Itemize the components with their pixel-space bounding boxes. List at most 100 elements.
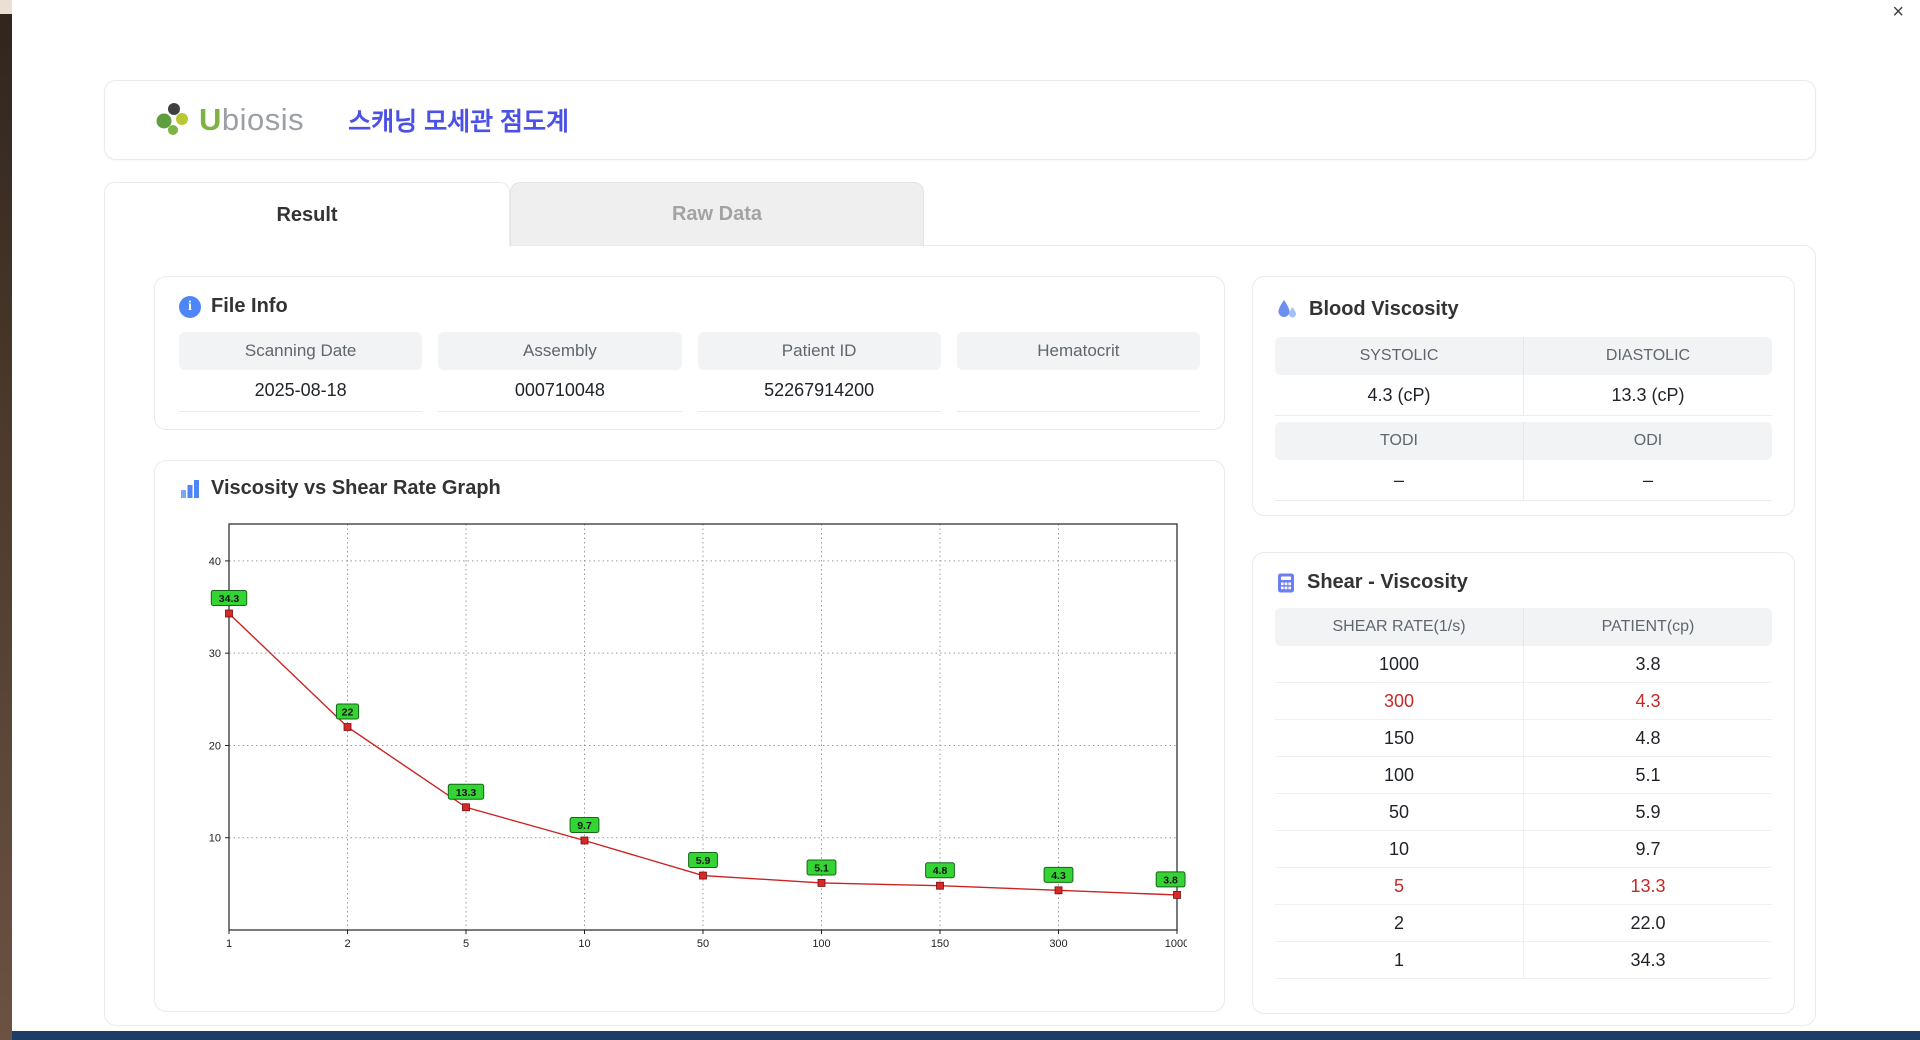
field-value [956,370,1200,412]
tab-raw-data[interactable]: Raw Data [510,182,924,246]
svg-text:5.9: 5.9 [696,855,711,867]
sv-shear: 50 [1275,794,1524,830]
field-value: 52267914200 [697,370,941,412]
sv-patient: 5.9 [1635,801,1661,822]
sv-patient: 3.8 [1635,653,1661,674]
app-window: × Ubiosis 스캐닝 모세관 점도계 Result Raw Data i … [0,0,1920,1040]
viscosity-chart: 1 2 5 10 50 100 150 300 1000 10 20 30 40 34.3 22 13.3 9.… [187,512,1200,979]
svg-text:10: 10 [578,938,590,950]
field-label: Hematocrit [956,332,1200,370]
svg-text:10: 10 [209,833,221,845]
field-assembly: Assembly 000710048 [438,332,682,412]
logo-text: Ubiosis [199,102,304,138]
bv-value-row: 4.3 (cP) 13.3 (cP) [1275,375,1772,416]
table-row: 50 5.9 [1275,794,1772,831]
bv-value-systolic: 4.3 (cP) [1275,375,1524,416]
svg-text:5.1: 5.1 [814,862,829,874]
field-value: 2025-08-18 [179,370,423,412]
table-row: 1000 3.8 [1275,646,1772,683]
shear-viscosity-title: Shear - Viscosity [1307,571,1468,593]
logo: Ubiosis [153,99,304,141]
svg-text:30: 30 [209,648,221,660]
svg-text:22: 22 [342,707,354,719]
svg-text:4.3: 4.3 [1051,870,1066,882]
background-corner [0,0,12,14]
sv-patient: 4.3 [1635,690,1661,711]
tab-result[interactable]: Result [104,182,510,247]
background-left-strip [0,0,12,1040]
field-label: Assembly [438,332,682,370]
header-card: Ubiosis 스캐닝 모세관 점도계 [104,80,1816,160]
svg-text:5: 5 [463,938,469,950]
blood-viscosity-title-row: Blood Viscosity [1275,297,1772,321]
calculator-icon [1278,573,1294,592]
field-label: Scanning Date [179,332,423,370]
sv-patient: 22.0 [1630,912,1666,933]
bv-header-todi: TODI [1275,422,1524,460]
shear-viscosity-card: Shear - Viscosity SHEAR RATE(1/s) PATIEN… [1252,552,1795,1014]
graph-title-row: Viscosity vs Shear Rate Graph [179,477,1200,500]
bv-header-row-2: TODI ODI [1275,422,1772,460]
sv-shear: 10 [1275,831,1524,867]
field-value: 000710048 [438,370,682,412]
sv-col-patient: PATIENT(cp) [1601,618,1695,635]
bv-header-row: SYSTOLIC DIASTOLIC [1275,337,1772,375]
svg-text:50: 50 [697,938,709,950]
table-row: 100 5.1 [1275,757,1772,794]
svg-text:150: 150 [931,938,949,950]
bv-value-row-2: – – [1275,460,1772,501]
bv-value-todi: – [1275,460,1524,501]
sv-shear: 150 [1275,720,1524,756]
sv-header-row: SHEAR RATE(1/s) PATIENT(cp) [1275,608,1772,646]
svg-text:40: 40 [209,556,221,568]
file-info-fields: Scanning Date 2025-08-18 Assembly 000710… [179,332,1200,412]
field-scanning-date: Scanning Date 2025-08-18 [179,332,423,412]
svg-text:1: 1 [226,938,232,950]
blood-viscosity-title: Blood Viscosity [1309,297,1459,320]
table-row: 1 34.3 [1275,942,1772,979]
sv-shear: 300 [1275,683,1524,719]
blood-viscosity-table: SYSTOLIC DIASTOLIC 4.3 (cP) 13.3 (cP) TO… [1275,337,1772,501]
svg-text:300: 300 [1049,938,1067,950]
field-patient-id: Patient ID 52267914200 [697,332,941,412]
file-info-title-row: i File Info [179,295,1200,318]
svg-text:2: 2 [344,938,350,950]
droplets-icon [1278,300,1296,318]
graph-title: Viscosity vs Shear Rate Graph [211,477,501,499]
svg-text:9.7: 9.7 [577,820,592,832]
field-label: Patient ID [697,332,941,370]
svg-text:34.3: 34.3 [219,593,240,605]
bar-chart-icon [181,479,199,498]
bv-header-systolic: SYSTOLIC [1275,337,1524,375]
logo-rest: biosis [221,102,305,137]
table-row: 300 4.3 [1275,683,1772,720]
sv-shear: 1000 [1275,646,1524,682]
sv-shear: 5 [1275,868,1524,904]
sv-patient: 5.1 [1635,764,1661,785]
blood-viscosity-card: Blood Viscosity SYSTOLIC DIASTOLIC 4.3 (… [1252,276,1795,516]
sv-patient: 9.7 [1635,838,1661,859]
svg-text:1000: 1000 [1165,938,1187,950]
sv-patient: 34.3 [1630,949,1666,970]
bv-header-odi: ODI [1524,422,1772,460]
table-row: 150 4.8 [1275,720,1772,757]
sv-shear: 1 [1275,942,1524,978]
viscosity-graph-card: Viscosity vs Shear Rate Graph 1 2 5 10 50 100… [154,460,1225,1012]
sv-patient: 4.8 [1635,727,1661,748]
sv-patient: 13.3 [1630,875,1666,896]
shear-viscosity-table: SHEAR RATE(1/s) PATIENT(cp) 1000 3.8 300… [1275,608,1772,979]
close-icon[interactable]: × [1892,2,1904,22]
logo-u: U [199,102,222,137]
info-icon: i [179,295,201,318]
shear-viscosity-title-row: Shear - Viscosity [1275,571,1772,594]
table-row: 5 13.3 [1275,868,1772,905]
background-bottom-strip [12,1031,1920,1040]
table-row: 10 9.7 [1275,831,1772,868]
sv-col-shear-rate: SHEAR RATE(1/s) [1275,608,1524,646]
svg-text:3.8: 3.8 [1163,874,1178,886]
logo-dots-icon [156,103,188,135]
bv-value-diastolic: 13.3 (cP) [1524,375,1772,416]
sv-shear: 100 [1275,757,1524,793]
sv-shear: 2 [1275,905,1524,941]
svg-text:13.3: 13.3 [456,787,477,799]
